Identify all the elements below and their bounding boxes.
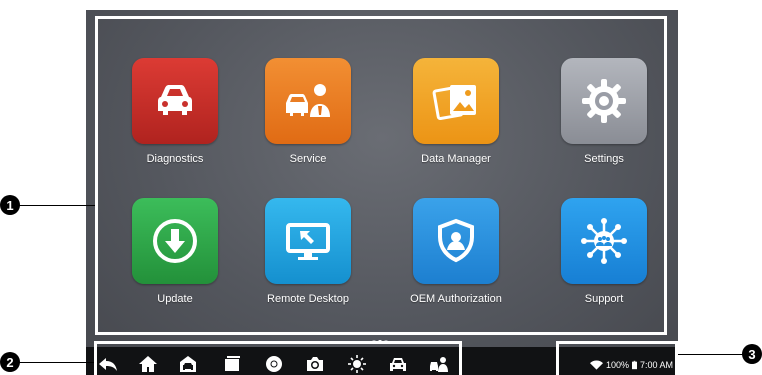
- app-remote-desktop[interactable]: Remote Desktop: [243, 198, 373, 313]
- app-label: OEM Authorization: [410, 293, 502, 305]
- battery-icon: [632, 360, 638, 370]
- app-label: Update: [157, 293, 193, 305]
- app-label: Support: [584, 293, 624, 305]
- recent-apps-icon[interactable]: [221, 355, 243, 373]
- app-settings[interactable]: Settings: [539, 58, 669, 173]
- app-label: Data Manager: [421, 153, 491, 165]
- app-update[interactable]: Update: [110, 198, 240, 313]
- app-label: Diagnostics: [146, 153, 204, 165]
- browser-icon[interactable]: [263, 355, 285, 373]
- app-label: Settings: [584, 153, 624, 165]
- clock: 7:00 AM: [640, 360, 674, 370]
- download-icon: [132, 198, 218, 284]
- mechanic-icon[interactable]: [428, 355, 450, 373]
- shield-user-icon: [413, 198, 499, 284]
- camera-icon[interactable]: [304, 355, 326, 373]
- app-diagnostics[interactable]: Diagnostics: [110, 58, 240, 173]
- gear-icon: [561, 58, 647, 144]
- status-bar: 100% 7:00 AM: [590, 359, 673, 371]
- app-support[interactable]: Support: [539, 198, 669, 313]
- mechanic-icon: [265, 58, 351, 144]
- photos-icon: [413, 58, 499, 144]
- callout-marker: 2: [0, 352, 20, 372]
- callout-line: [18, 205, 95, 206]
- car-icon: [132, 58, 218, 144]
- app-label: Service: [289, 153, 327, 165]
- back-icon[interactable]: [97, 355, 119, 373]
- vci-car-icon[interactable]: [387, 355, 409, 373]
- app-label: Remote Desktop: [267, 293, 349, 305]
- wifi-icon: [590, 360, 603, 370]
- callout-line: [678, 354, 744, 355]
- callout-marker: 3: [742, 344, 762, 364]
- app-oem-authorization[interactable]: OEM Authorization: [391, 198, 521, 313]
- home-icon[interactable]: [137, 355, 159, 373]
- battery-level: 100%: [606, 360, 630, 370]
- app-data-manager[interactable]: Data Manager: [391, 58, 521, 173]
- monitor-icon: [265, 198, 351, 284]
- car-home-icon[interactable]: [177, 355, 199, 373]
- callout-line: [18, 362, 94, 363]
- callout-marker: 1: [0, 195, 20, 215]
- brightness-icon[interactable]: [346, 355, 368, 373]
- app-service[interactable]: Service: [243, 58, 373, 173]
- network-icon: [561, 198, 647, 284]
